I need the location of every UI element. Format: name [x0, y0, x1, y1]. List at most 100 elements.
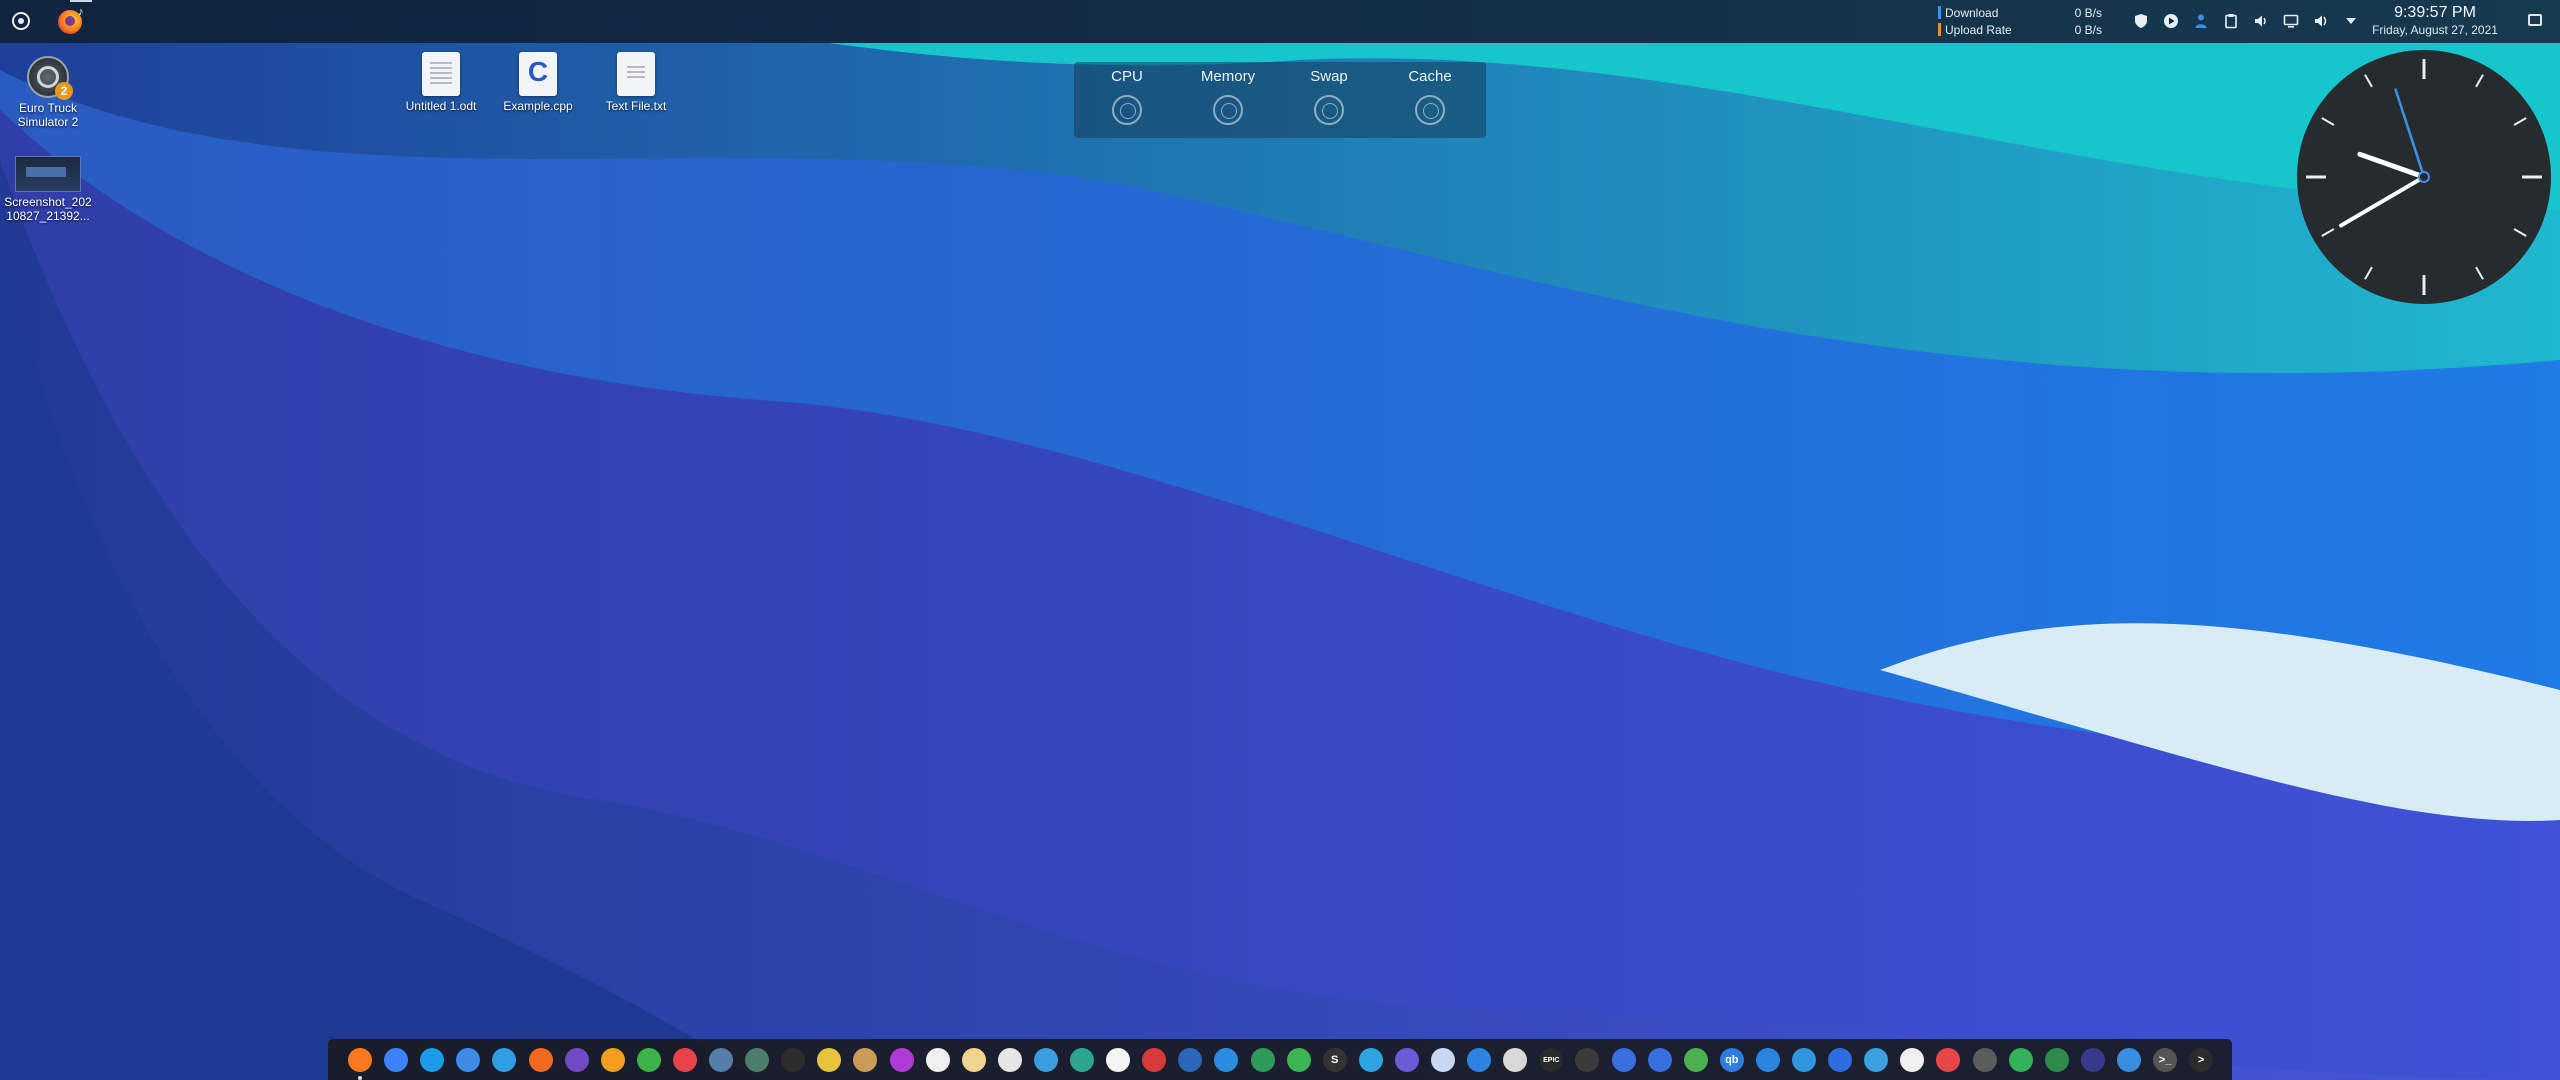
network-monitor: Download 0 B/s Upload Rate 0 B/s [1938, 5, 2108, 39]
sysmon-cpu: CPU [1082, 68, 1172, 125]
kdevelop-icon[interactable] [1467, 1048, 1492, 1072]
youtube-icon[interactable] [672, 1048, 697, 1072]
download-blue-icon[interactable] [1755, 1048, 1780, 1072]
camera-icon[interactable] [853, 1048, 878, 1072]
sysmon-label: Memory [1200, 68, 1256, 85]
epic-games-icon[interactable]: EPIC [1539, 1048, 1564, 1072]
color-picker-icon[interactable] [817, 1048, 842, 1072]
video-player-icon[interactable] [600, 1048, 625, 1072]
kde-connect-icon[interactable] [420, 1048, 445, 1072]
timer-icon[interactable] [1106, 1048, 1131, 1072]
android-icon[interactable] [1286, 1048, 1311, 1072]
memory-gauge [1213, 95, 1243, 125]
display-icon[interactable] [2280, 10, 2302, 32]
terminal-grid-icon[interactable] [745, 1048, 770, 1072]
image-viewer-icon[interactable] [1033, 1048, 1058, 1072]
paint-icon[interactable] [961, 1048, 986, 1072]
moon-icon[interactable] [1611, 1048, 1636, 1072]
toggle-icon[interactable] [2116, 1048, 2141, 1072]
volume-icon[interactable] [2250, 10, 2272, 32]
download-value: 0 B/s [2074, 6, 2102, 20]
play-icon[interactable] [2160, 10, 2182, 32]
desktop-icon-example-cpp[interactable]: C Example.cpp [490, 52, 586, 113]
sysmon-cache: Cache [1385, 68, 1475, 125]
clock-center [2418, 171, 2430, 183]
play-green-icon[interactable] [636, 1048, 661, 1072]
analog-clock[interactable] [2296, 49, 2552, 305]
text-file-icon [617, 52, 655, 96]
monitor-icon[interactable] [709, 1048, 733, 1072]
console-icon[interactable]: >_ [2153, 1048, 2177, 1072]
screenshot-thumbnail-icon [15, 156, 81, 192]
cpp-file-icon: C [519, 52, 557, 96]
phone-icon[interactable] [1828, 1048, 1853, 1072]
mastodon-icon[interactable] [1394, 1048, 1419, 1072]
document-icon [422, 52, 460, 96]
target-icon[interactable] [1503, 1048, 1528, 1072]
mail-icon[interactable] [492, 1048, 517, 1072]
person-icon[interactable] [2190, 10, 2212, 32]
shield-icon[interactable] [2130, 10, 2152, 32]
rss-icon[interactable] [528, 1048, 553, 1072]
shield-green-icon[interactable] [2008, 1048, 2033, 1072]
speaker-icon[interactable] [2310, 10, 2332, 32]
active-task-indicator [70, 0, 92, 2]
brush-icon[interactable] [1900, 1048, 1925, 1072]
desktop-icon-screenshot[interactable]: Screenshot_20210827_21392... [0, 156, 96, 223]
cache-gauge [1415, 95, 1445, 125]
qbittorrent-icon[interactable]: qb [1719, 1048, 1744, 1072]
cloud-icon[interactable] [1431, 1048, 1455, 1072]
digital-clock[interactable]: 9:39:57 PM Friday, August 27, 2021 [2360, 4, 2510, 37]
cpu-gauge [1112, 95, 1142, 125]
photos-icon[interactable] [1070, 1048, 1094, 1072]
activity-icon[interactable] [2080, 1048, 2105, 1072]
disc-icon[interactable] [997, 1048, 1022, 1072]
files-icon[interactable] [456, 1048, 481, 1072]
arrow-down-icon[interactable] [2340, 10, 2362, 32]
desktop-icon-label: Screenshot_20210827_21392... [4, 195, 92, 223]
vinyl-icon[interactable] [781, 1048, 806, 1072]
chromium-icon[interactable] [384, 1048, 409, 1072]
sysmon-label: Cache [1408, 68, 1452, 85]
ghost-icon[interactable] [1972, 1048, 1997, 1072]
audio-playing-icon: ♪ [78, 6, 84, 18]
book-icon[interactable] [1142, 1048, 1167, 1072]
cpp-glyph: C [527, 56, 549, 87]
chip-icon[interactable] [2044, 1048, 2069, 1072]
system-monitor-widget[interactable]: CPU Memory Swap Cache [1074, 62, 1486, 138]
app-launcher-icon[interactable] [12, 12, 30, 30]
recycle-icon[interactable] [1864, 1048, 1889, 1072]
droplet-icon[interactable] [1792, 1048, 1816, 1072]
vscode-icon[interactable] [1214, 1048, 1239, 1072]
swap-gauge [1314, 95, 1344, 125]
s-app-icon[interactable]: S [1322, 1048, 1347, 1072]
desktop-icon-euro-truck[interactable]: 2 Euro Truck Simulator 2 [0, 56, 96, 129]
desktop-icon-untitled-odt[interactable]: Untitled 1.odt [393, 52, 489, 113]
game-controller-icon[interactable] [1936, 1048, 1961, 1072]
chevron-right-icon[interactable]: > [2189, 1048, 2214, 1072]
cat-icon[interactable] [925, 1048, 950, 1072]
sysmon-memory: Memory [1183, 68, 1273, 125]
download-color-bar [1938, 6, 1941, 19]
gradient-icon[interactable] [889, 1048, 914, 1072]
desktop-icon-label: Untitled 1.odt [405, 99, 477, 113]
android-studio-icon[interactable] [1250, 1048, 1275, 1072]
show-desktop-icon[interactable] [2528, 14, 2542, 26]
wallpaper [0, 0, 2560, 1080]
dock: S EPIC qb >_ > [328, 1039, 2232, 1080]
sysmon-swap: Swap [1284, 68, 1374, 125]
clipboard-icon[interactable] [2220, 10, 2242, 32]
download-green-icon[interactable] [1683, 1048, 1708, 1072]
upload-row: Upload Rate 0 B/s [1938, 22, 2108, 38]
download-label: Download [1945, 6, 1999, 20]
firefox-icon[interactable] [348, 1048, 372, 1072]
desktop-icon-label: Text File.txt [605, 99, 667, 113]
update-badge: 2 [55, 82, 73, 100]
steam-like-icon[interactable] [1575, 1048, 1600, 1072]
desktop-icon-text-file[interactable]: Text File.txt [588, 52, 684, 113]
upload-label: Upload Rate [1945, 23, 2012, 37]
media-player-icon[interactable] [564, 1048, 589, 1072]
moon-alt-icon[interactable] [1647, 1048, 1672, 1072]
krita-icon[interactable] [1178, 1048, 1203, 1072]
cake-icon[interactable] [1358, 1048, 1383, 1072]
